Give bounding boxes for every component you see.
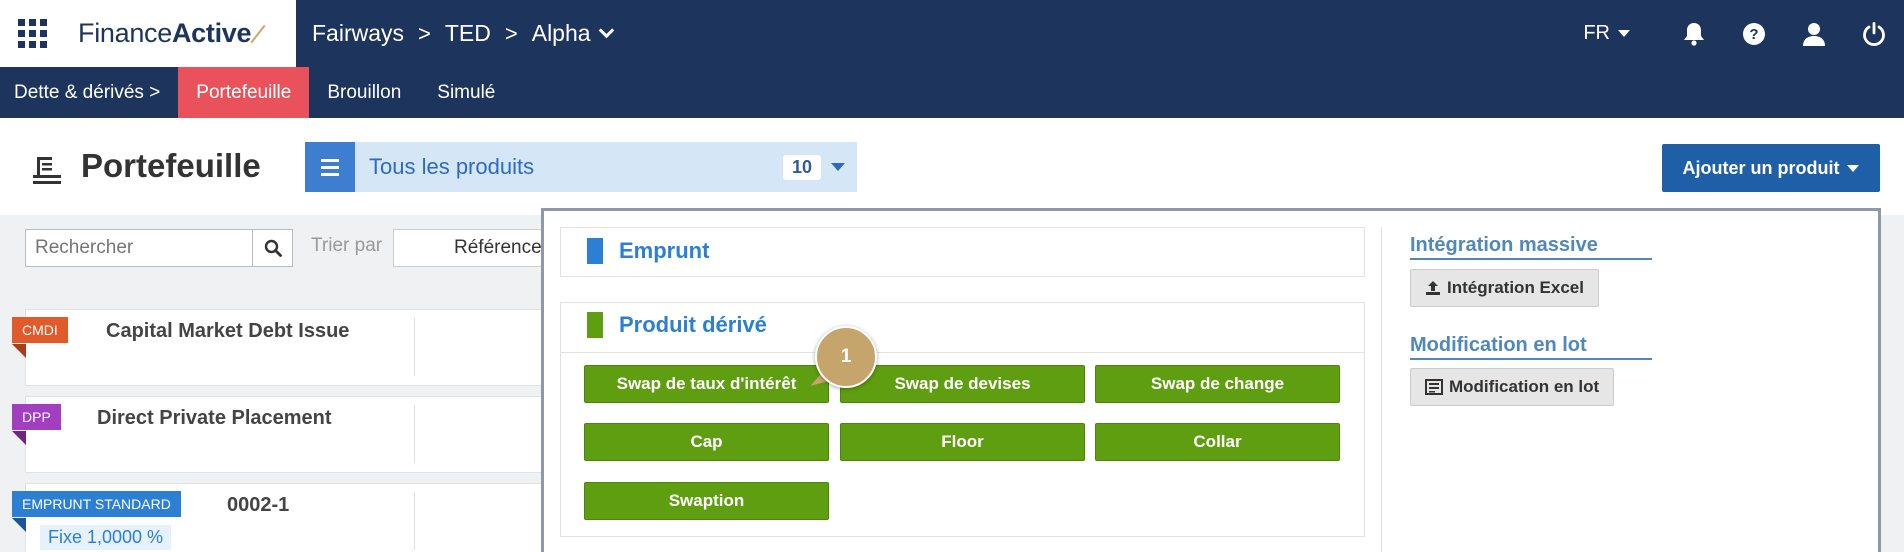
modification-lot-label: Modification en lot (1449, 377, 1600, 396)
apps-grid-icon[interactable] (0, 0, 64, 67)
swap-change-button[interactable]: Swap de change (1095, 365, 1340, 403)
swap-devises-button[interactable]: Swap de devises (840, 365, 1085, 403)
modification-lot-heading: Modification en lot (1410, 334, 1652, 360)
breadcrumb-item-fairways[interactable]: Fairways (312, 20, 404, 47)
sub-navigation: Dette & dérivés > Portefeuille Brouillon… (0, 67, 1904, 118)
search-input[interactable] (26, 230, 252, 266)
add-product-dropdown: Emprunt Produit dérivé Swap de taux d'in… (541, 208, 1881, 552)
menu-list-icon[interactable] (305, 142, 355, 192)
section-emprunt-label: Emprunt (619, 238, 710, 263)
section-emprunt[interactable]: Emprunt (560, 227, 1365, 277)
chevron-down-icon[interactable] (598, 22, 614, 39)
nav-portefeuille[interactable]: Portefeuille (178, 67, 310, 118)
breadcrumb-separator-icon: > (418, 20, 431, 46)
search-icon[interactable] (252, 230, 292, 266)
nav-dette-derives[interactable]: Dette & dérivés > (0, 67, 178, 118)
logo-text-regular: Finance (78, 18, 172, 48)
collar-button[interactable]: Collar (1095, 423, 1340, 461)
logo[interactable]: FinanceActive (64, 0, 296, 67)
top-bar: FinanceActive Fairways > TED > Alpha FR … (0, 0, 1904, 67)
breadcrumb-separator-icon: > (504, 20, 518, 46)
top-right-actions: FR ? (1583, 0, 1904, 67)
tag-fold (12, 518, 26, 532)
search-box (25, 229, 293, 267)
type-tag-emprunt-standard: EMPRUNT STANDARD (12, 491, 181, 517)
logo-text-bold: Active (171, 18, 252, 48)
type-tag-cmdi: CMDI (12, 317, 68, 343)
filter-count-badge: 10 (782, 154, 821, 180)
bell-icon[interactable] (1664, 0, 1724, 67)
nav-simule[interactable]: Simulé (419, 67, 513, 118)
language-label: FR (1583, 22, 1610, 44)
floor-button[interactable]: Floor (840, 423, 1085, 461)
page-title: Portefeuille (81, 147, 261, 184)
caret-down-icon (1847, 164, 1860, 172)
card-title[interactable]: Capital Market Debt Issue (106, 320, 349, 343)
card-divider (414, 492, 415, 550)
caret-down-icon (831, 163, 845, 171)
section-color-marker (587, 312, 603, 338)
section-derive-heading: Produit dérivé (587, 312, 767, 338)
page-header: Portefeuille Tous les produits 10 Ajoute… (0, 118, 1904, 215)
svg-text:?: ? (1749, 26, 1758, 43)
logo-slash-mark (250, 24, 266, 43)
filter-label: Tous les produits (369, 154, 535, 179)
integration-massive-heading: Intégration massive (1410, 234, 1652, 260)
list-document-icon (32, 155, 62, 190)
rate-badge: Fixe 1,0000 % (40, 525, 172, 550)
step-bubble: 1 (815, 326, 877, 388)
cap-button[interactable]: Cap (584, 423, 829, 461)
breadcrumb-item-alpha[interactable]: Alpha (532, 20, 591, 47)
power-icon[interactable] (1844, 0, 1904, 67)
panel-divider (1381, 227, 1382, 552)
add-product-button[interactable]: Ajouter un produit (1662, 144, 1880, 192)
card-divider (414, 405, 415, 463)
section-color-marker (587, 238, 603, 264)
user-icon[interactable] (1784, 0, 1844, 67)
breadcrumb-item-ted[interactable]: TED (445, 20, 491, 47)
modification-lot-button[interactable]: Modification en lot (1410, 368, 1615, 406)
upload-icon (1426, 281, 1440, 295)
list-edit-icon (1425, 379, 1443, 395)
help-icon[interactable]: ? (1724, 0, 1784, 67)
section-derive-label: Produit dérivé (619, 312, 767, 337)
caret-down-icon (1618, 30, 1630, 37)
swaption-button[interactable]: Swaption (584, 482, 829, 520)
nav-brouillon[interactable]: Brouillon (309, 67, 419, 118)
tag-fold (12, 344, 26, 358)
card-title[interactable]: 0002-1 (227, 494, 289, 517)
sort-label: Trier par (311, 235, 383, 256)
language-selector[interactable]: FR (1583, 22, 1630, 45)
card-title[interactable]: Direct Private Placement (97, 407, 332, 430)
product-filter-dropdown[interactable]: Tous les produits 10 (305, 142, 857, 192)
section-produit-derive: Produit dérivé Swap de taux d'intérêt Sw… (560, 302, 1365, 537)
integration-excel-label: Intégration Excel (1447, 278, 1584, 297)
add-product-label: Ajouter un produit (1682, 157, 1840, 178)
type-tag-dpp: DPP (12, 404, 61, 430)
breadcrumb: Fairways > TED > Alpha (312, 0, 614, 67)
sort-select[interactable]: Référence (393, 229, 553, 267)
tag-fold (12, 431, 26, 445)
card-divider (414, 318, 415, 376)
integration-excel-button[interactable]: Intégration Excel (1410, 269, 1599, 307)
section-emprunt-heading[interactable]: Emprunt (587, 238, 709, 264)
section-divider (561, 352, 1364, 353)
swap-taux-button[interactable]: Swap de taux d'intérêt (584, 365, 829, 403)
